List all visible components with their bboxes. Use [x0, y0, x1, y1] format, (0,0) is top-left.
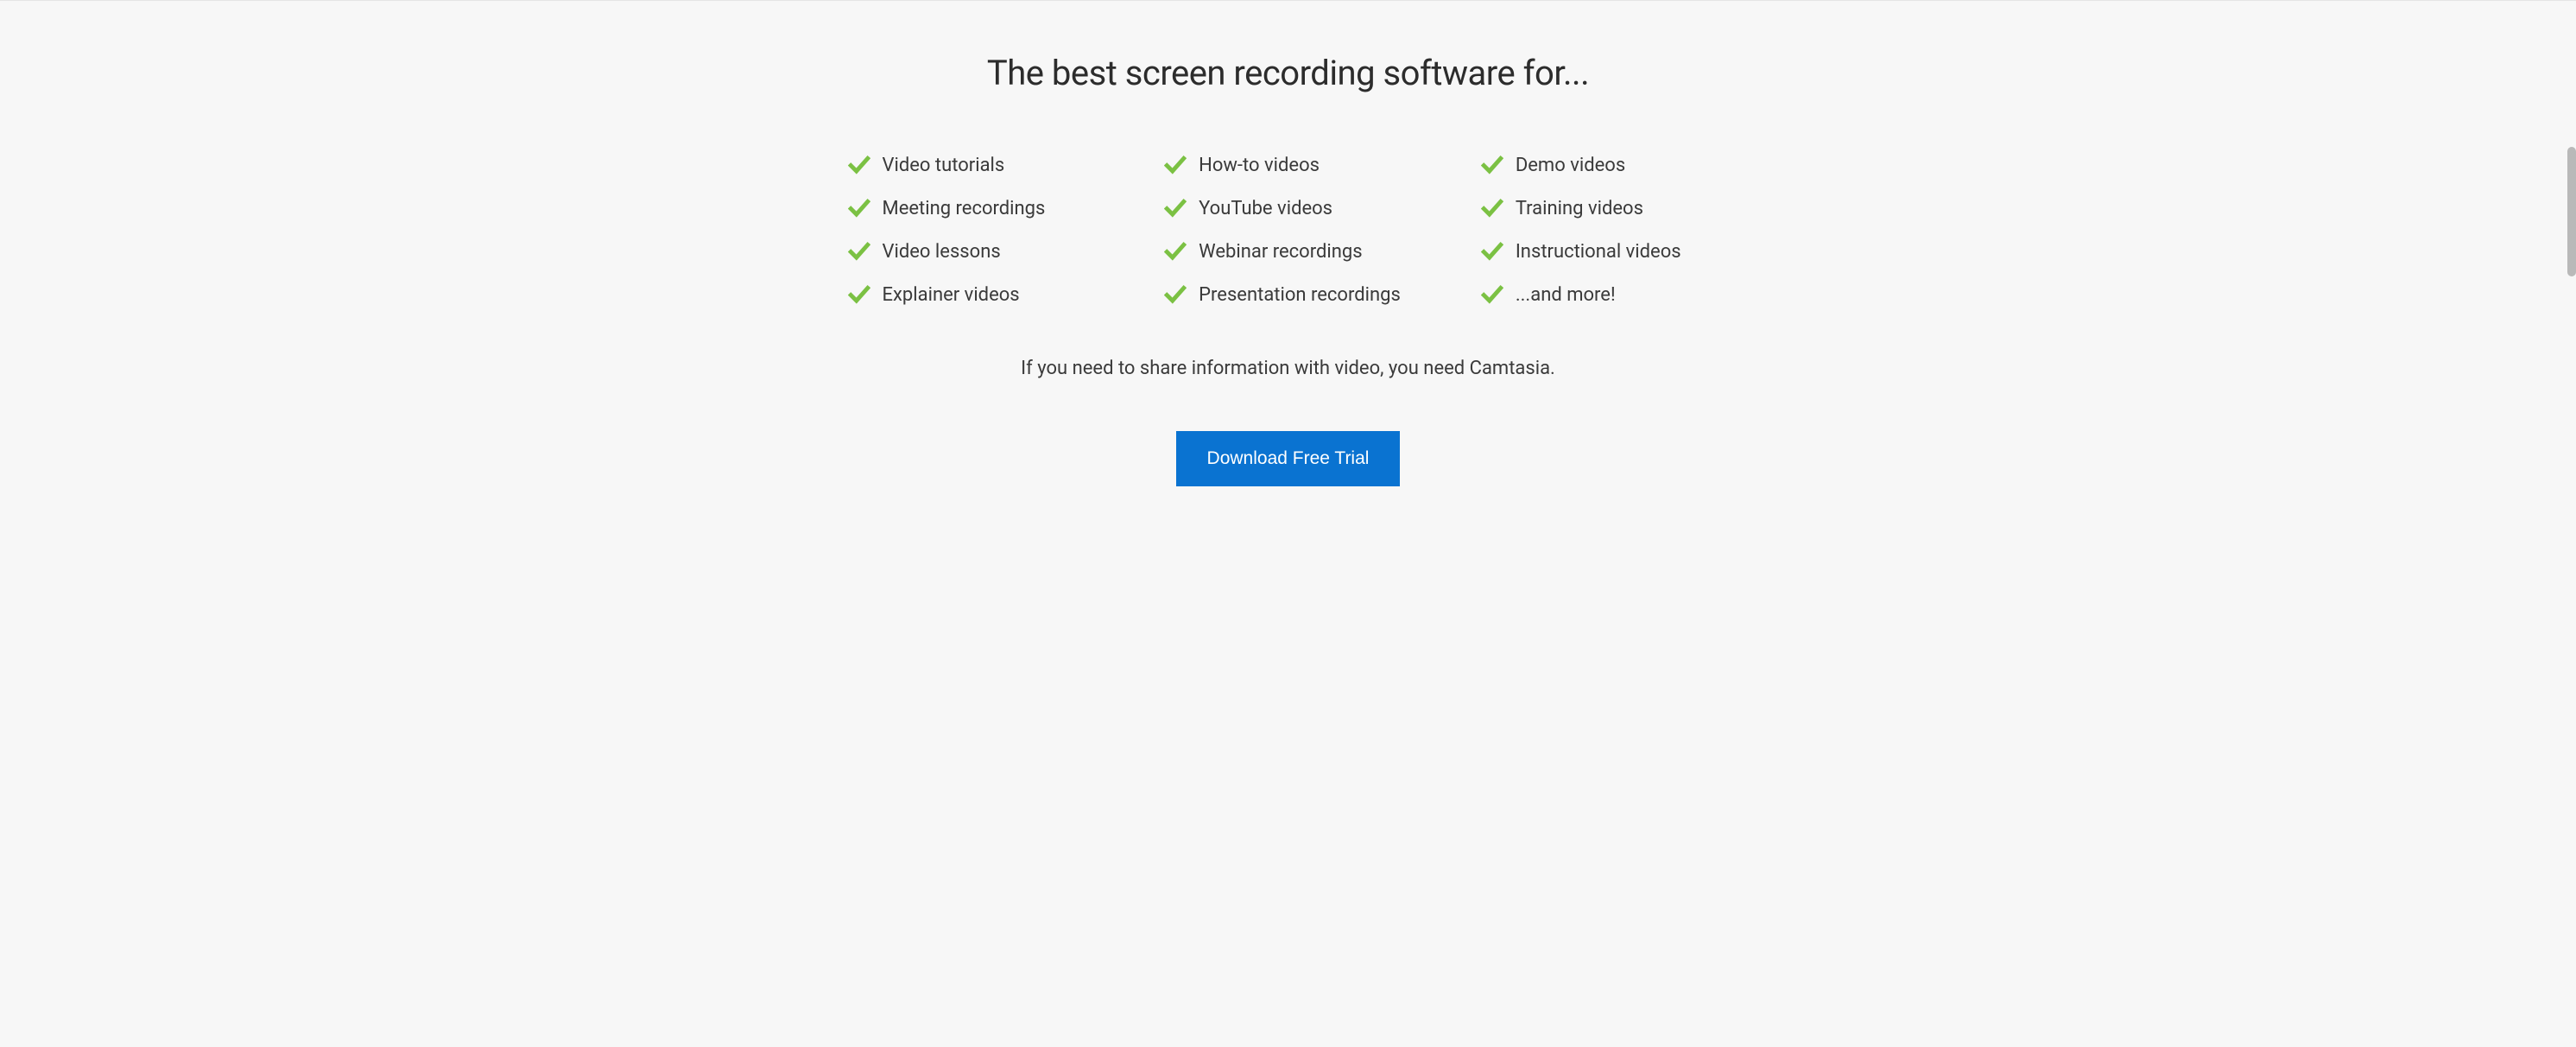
feature-item: YouTube videos	[1164, 197, 1412, 219]
feature-item: ...and more!	[1481, 283, 1729, 306]
section-heading: The best screen recording software for..…	[848, 53, 1729, 93]
feature-item: Demo videos	[1481, 154, 1729, 176]
check-icon	[1481, 154, 1503, 176]
feature-label: Demo videos	[1516, 155, 1625, 176]
feature-label: Video lessons	[883, 241, 1001, 263]
feature-label: ...and more!	[1516, 284, 1616, 306]
check-icon	[1481, 240, 1503, 263]
feature-label: Webinar recordings	[1199, 241, 1362, 263]
check-icon	[1164, 197, 1187, 219]
feature-label: Instructional videos	[1516, 241, 1681, 263]
feature-item: Presentation recordings	[1164, 283, 1412, 306]
check-icon	[1164, 283, 1187, 306]
feature-label: YouTube videos	[1199, 198, 1332, 219]
feature-label: Training videos	[1516, 198, 1643, 219]
check-icon	[848, 240, 870, 263]
tagline-text: If you need to share information with vi…	[848, 358, 1729, 379]
feature-label: Video tutorials	[883, 155, 1005, 176]
check-icon	[1164, 154, 1187, 176]
feature-item: Video lessons	[848, 240, 1096, 263]
feature-item: Explainer videos	[848, 283, 1096, 306]
feature-item: How-to videos	[1164, 154, 1412, 176]
feature-item: Video tutorials	[848, 154, 1096, 176]
feature-item: Webinar recordings	[1164, 240, 1412, 263]
feature-label: How-to videos	[1199, 155, 1320, 176]
features-grid: Video tutorials How-to videos Demo video…	[848, 154, 1729, 306]
feature-label: Presentation recordings	[1199, 284, 1401, 306]
feature-item: Instructional videos	[1481, 240, 1729, 263]
check-icon	[1481, 283, 1503, 306]
check-icon	[848, 197, 870, 219]
feature-item: Training videos	[1481, 197, 1729, 219]
feature-item: Meeting recordings	[848, 197, 1096, 219]
check-icon	[848, 283, 870, 306]
feature-label: Explainer videos	[883, 284, 1020, 306]
download-free-trial-button[interactable]: Download Free Trial	[1176, 431, 1401, 486]
check-icon	[1481, 197, 1503, 219]
scrollbar-thumb[interactable]	[2567, 147, 2576, 276]
check-icon	[1164, 240, 1187, 263]
feature-label: Meeting recordings	[883, 198, 1046, 219]
check-icon	[848, 154, 870, 176]
